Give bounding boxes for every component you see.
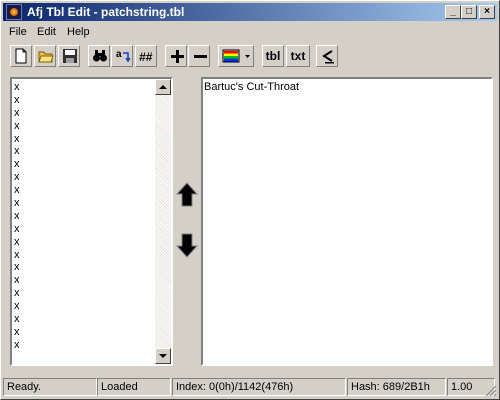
goto-index-button[interactable]: ## bbox=[135, 45, 157, 67]
color-dropdown-button[interactable] bbox=[218, 45, 254, 67]
save-button[interactable] bbox=[58, 45, 80, 67]
list-item[interactable]: x bbox=[13, 249, 20, 262]
scroll-down-button[interactable] bbox=[155, 348, 171, 364]
remove-entry-button[interactable] bbox=[188, 45, 210, 67]
list-item[interactable]: x bbox=[13, 94, 20, 107]
menu-help[interactable]: Help bbox=[67, 26, 90, 38]
replace-icon: a bbox=[116, 49, 131, 63]
minimize-button[interactable]: _ bbox=[445, 5, 461, 19]
menu-file[interactable]: File bbox=[9, 26, 27, 38]
up-arrow-icon bbox=[175, 182, 199, 207]
status-loaded: Loaded bbox=[97, 378, 171, 396]
move-down-button[interactable] bbox=[175, 232, 199, 261]
menu-bar: File Edit Help bbox=[3, 23, 497, 41]
list-item[interactable]: x bbox=[13, 81, 20, 94]
list-item[interactable]: x bbox=[13, 133, 20, 146]
string-text-editor[interactable]: Bartuc's Cut-Throat bbox=[204, 81, 299, 93]
find-button[interactable] bbox=[88, 45, 110, 67]
status-ready: Ready. bbox=[3, 378, 97, 396]
plus-icon bbox=[171, 50, 184, 63]
resize-grip-icon[interactable] bbox=[485, 385, 497, 397]
string-list-panel[interactable]: xxxxxxxxxxxxxxxxxxxxx bbox=[10, 77, 173, 366]
string-text-panel[interactable]: Bartuc's Cut-Throat bbox=[201, 77, 493, 366]
new-file-icon bbox=[15, 48, 27, 64]
svg-text:##: ## bbox=[139, 50, 153, 64]
status-index: Index: 0(0h)/1142(476h) bbox=[172, 378, 346, 396]
title-bar: Afj Tbl Edit - patchstring.tbl _ □ × bbox=[3, 3, 497, 21]
minus-icon bbox=[194, 55, 207, 58]
list-item[interactable]: x bbox=[13, 184, 20, 197]
window-title: Afj Tbl Edit - patchstring.tbl bbox=[27, 5, 185, 19]
replace-button[interactable]: a bbox=[111, 45, 133, 67]
status-hash: Hash: 689/2B1h bbox=[347, 378, 446, 396]
move-up-button[interactable] bbox=[175, 182, 199, 211]
list-item[interactable]: x bbox=[13, 326, 20, 339]
down-arrow-icon bbox=[175, 233, 199, 258]
list-item[interactable]: x bbox=[13, 158, 20, 171]
list-item[interactable]: x bbox=[13, 274, 20, 287]
scroll-up-button[interactable] bbox=[155, 79, 171, 95]
list-item[interactable]: x bbox=[13, 120, 20, 133]
add-entry-button[interactable] bbox=[165, 45, 187, 67]
save-disk-icon bbox=[63, 49, 77, 63]
scroll-up-arrow-icon bbox=[159, 85, 167, 89]
app-window: Afj Tbl Edit - patchstring.tbl _ □ × Fil… bbox=[0, 0, 500, 400]
close-button[interactable]: × bbox=[479, 5, 495, 19]
list-item[interactable]: x bbox=[13, 313, 20, 326]
tbl-button[interactable]: tbl bbox=[262, 45, 284, 67]
list-item[interactable]: x bbox=[13, 236, 20, 249]
list-scrollbar[interactable] bbox=[155, 79, 171, 364]
menu-edit[interactable]: Edit bbox=[37, 26, 56, 38]
app-icon[interactable] bbox=[6, 4, 22, 20]
svg-text:a: a bbox=[116, 49, 122, 60]
list-item[interactable]: x bbox=[13, 197, 20, 210]
color-palette-icon bbox=[222, 49, 250, 63]
binoculars-icon bbox=[93, 50, 107, 62]
lessthan-underline-icon bbox=[322, 50, 334, 64]
list-item[interactable]: x bbox=[13, 300, 20, 313]
new-file-button[interactable] bbox=[10, 45, 32, 67]
list-item[interactable]: x bbox=[13, 210, 20, 223]
scroll-down-arrow-icon bbox=[159, 354, 167, 358]
list-item[interactable]: x bbox=[13, 145, 20, 158]
maximize-button[interactable]: □ bbox=[461, 5, 477, 19]
open-file-button[interactable] bbox=[34, 45, 56, 67]
open-folder-icon bbox=[38, 51, 54, 63]
list-item[interactable]: x bbox=[13, 261, 20, 274]
list-item[interactable]: x bbox=[13, 287, 20, 300]
list-item[interactable]: x bbox=[13, 107, 20, 120]
special-char-button[interactable] bbox=[316, 45, 338, 67]
txt-button[interactable]: txt bbox=[286, 45, 310, 67]
list-item[interactable]: x bbox=[13, 339, 20, 352]
string-list[interactable]: xxxxxxxxxxxxxxxxxxxxx bbox=[13, 81, 20, 352]
list-item[interactable]: x bbox=[13, 171, 20, 184]
hash-icon: ## bbox=[139, 50, 153, 64]
list-item[interactable]: x bbox=[13, 223, 20, 236]
